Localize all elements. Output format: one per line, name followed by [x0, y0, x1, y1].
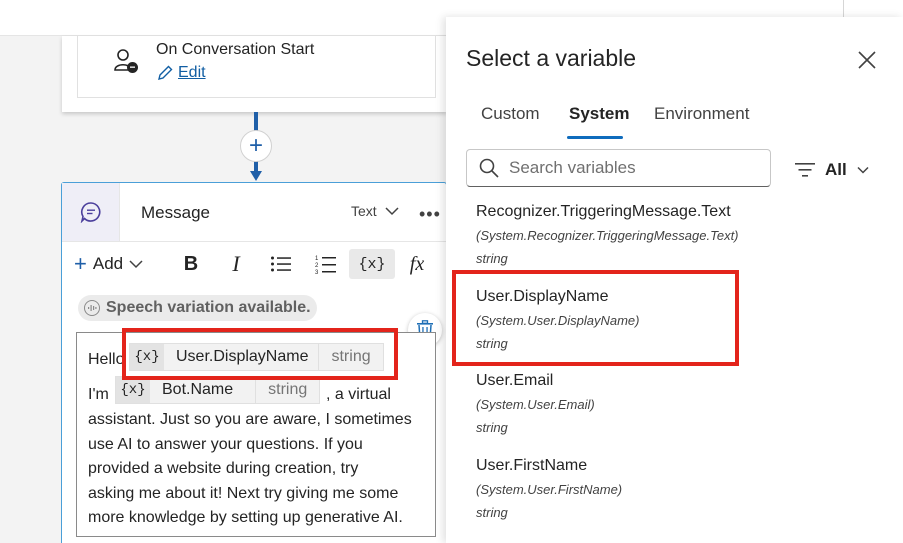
- editor-text: Hello: [88, 351, 125, 368]
- editor-text: assistant. Just so you are aware, I some…: [88, 411, 412, 428]
- insert-variable-button[interactable]: {x}: [349, 249, 395, 279]
- formula-icon: fx: [409, 252, 425, 275]
- chevron-down-icon: [129, 260, 143, 269]
- conversation-start-icon: [113, 48, 139, 74]
- variable-item-user-email[interactable]: User.Email (System.User.Email) string: [476, 372, 595, 435]
- divider: [62, 241, 446, 242]
- tab-environment[interactable]: Environment: [654, 104, 749, 124]
- bold-button[interactable]: B: [176, 249, 206, 279]
- bulleted-list-button[interactable]: [266, 249, 296, 279]
- add-label: Add: [92, 254, 124, 273]
- search-variables-input[interactable]: Search variables: [466, 149, 771, 187]
- variable-path: (System.Recognizer.TriggeringMessage.Tex…: [476, 228, 739, 243]
- editor-text: more knowledge by setting up generative …: [88, 509, 403, 526]
- panel-title: Select a variable: [466, 45, 637, 71]
- variable-item-user-firstname[interactable]: User.FirstName (System.User.FirstName) s…: [476, 457, 622, 520]
- editor-text: , a virtual: [326, 386, 391, 403]
- italic-button[interactable]: I: [221, 249, 251, 279]
- message-title: Message: [141, 203, 210, 222]
- trigger-node-card[interactable]: On Conversation Start Edit: [62, 36, 447, 112]
- speech-variation-badge[interactable]: Speech variation available.: [78, 295, 317, 321]
- variable-name: User.FirstName: [476, 457, 588, 474]
- plus-icon: +: [248, 132, 263, 159]
- editor-text: provided a website during creation, try: [88, 460, 359, 477]
- svg-text:3: 3: [315, 270, 319, 274]
- editor-text: use AI to answer your questions. If you: [88, 436, 363, 453]
- variable-type: string: [476, 420, 508, 435]
- more-options-icon[interactable]: •••: [419, 204, 441, 225]
- variable-name: Recognizer.TriggeringMessage.Text: [476, 203, 731, 220]
- insert-formula-button[interactable]: fx: [402, 249, 432, 279]
- chevron-down-icon: [385, 207, 399, 216]
- search-placeholder: Search variables: [509, 158, 636, 177]
- chevron-down-icon: [857, 166, 869, 174]
- speech-variation-text: Speech variation available.: [106, 299, 311, 316]
- editor-text: asking me about it! Next try giving me s…: [88, 485, 399, 502]
- svg-text:2: 2: [315, 263, 319, 269]
- filter-dropdown[interactable]: All: [795, 160, 869, 180]
- variable-item-recognizer-triggeringmessage-text[interactable]: Recognizer.TriggeringMessage.Text (Syste…: [476, 203, 739, 266]
- close-button[interactable]: [855, 48, 879, 72]
- variable-type: string: [476, 251, 508, 266]
- trigger-edit-link[interactable]: Edit: [156, 64, 206, 82]
- add-node-button[interactable]: +: [240, 130, 272, 162]
- trigger-node-body: On Conversation Start Edit: [77, 36, 436, 98]
- filter-icon: [795, 163, 815, 177]
- numbered-list-icon: 1 2 3: [315, 256, 336, 274]
- chip-name: Bot.Name: [162, 381, 234, 398]
- variable-path: (System.User.Email): [476, 397, 595, 412]
- highlight-box: [452, 270, 739, 366]
- connector-arrow-icon: [249, 170, 263, 182]
- message-type-dropdown[interactable]: Text: [351, 203, 399, 219]
- add-content-button[interactable]: + Add: [74, 253, 143, 275]
- tab-system[interactable]: System: [569, 104, 629, 124]
- variable-path: (System.User.FirstName): [476, 482, 623, 497]
- message-toolbar: + Add B I 1 2 3 {x} fx: [62, 243, 446, 285]
- edit-label: Edit: [178, 64, 206, 81]
- variable-name: User.Email: [476, 372, 554, 389]
- bullet-list-icon: [271, 256, 291, 272]
- search-icon: [479, 158, 499, 178]
- pencil-icon: [158, 65, 173, 80]
- plus-icon: +: [74, 251, 87, 276]
- svg-text:1: 1: [315, 256, 319, 262]
- filter-label: All: [825, 160, 847, 179]
- speech-icon: [84, 300, 100, 316]
- active-tab-indicator: [567, 136, 623, 139]
- close-icon: [858, 51, 876, 69]
- variable-icon: {x}: [116, 377, 150, 403]
- numbered-list-button[interactable]: 1 2 3: [311, 249, 341, 279]
- message-icon: [62, 183, 120, 241]
- highlight-box: [122, 328, 398, 380]
- variable-chip-bot-name[interactable]: {x} Bot.Name string: [115, 376, 321, 404]
- chip-type: string: [255, 377, 319, 403]
- tab-custom[interactable]: Custom: [481, 104, 540, 124]
- variable-icon: {x}: [358, 255, 386, 273]
- trigger-title: On Conversation Start: [156, 41, 315, 58]
- message-type-label: Text: [351, 203, 377, 219]
- editor-text: I'm: [88, 386, 109, 403]
- variable-type: string: [476, 505, 508, 520]
- divider: [843, 0, 844, 18]
